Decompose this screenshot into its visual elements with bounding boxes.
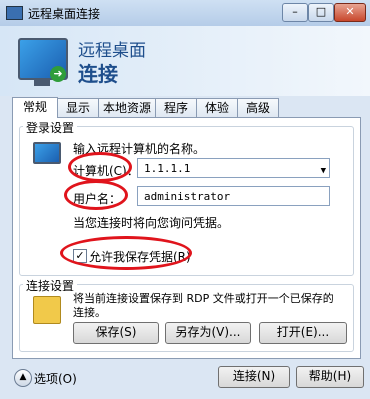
tab-local-resources[interactable]: 本地资源 [98,98,156,117]
tab-general[interactable]: 常规 [12,97,58,118]
help-button[interactable]: 帮助(H) [296,366,364,388]
credentials-note: 当您连接时将向您询问凭据。 [73,216,230,230]
connection-settings-title: 连接设置 [23,277,78,294]
computer-combobox[interactable]: 1.1.1.1 ▼ [137,158,330,178]
options-link[interactable]: 选项(O) [34,370,77,387]
connection-description: 将当前连接设置保存到 RDP 文件或打开一个已保存的连接。 [73,292,334,319]
login-settings-title: 登录设置 [23,119,78,136]
folder-icon [33,296,61,324]
maximize-button[interactable]: □ [308,3,334,22]
general-tab-panel: 登录设置 输入远程计算机的名称。 计算机(C)： 1.1.1.1 ▼ 用户名： … [12,117,361,359]
annotation-circle-computer [68,152,132,182]
header-banner: ➜ 远程桌面 连接 [0,26,370,96]
computer-value: 1.1.1.1 [144,162,191,175]
header-title-line2: 连接 [78,62,118,86]
tab-experience[interactable]: 体验 [196,98,238,117]
save-as-button[interactable]: 另存为(V)... [165,322,251,344]
connect-button[interactable]: 连接(N) [218,366,290,388]
monitor-stand-icon [34,80,50,86]
computer-icon [33,142,61,164]
connect-arrow-icon: ➜ [50,66,66,82]
save-button[interactable]: 保存(S) [73,322,159,344]
tab-display[interactable]: 显示 [57,98,99,117]
window-title: 远程桌面连接 [28,7,101,21]
minimize-button[interactable]: – [282,3,308,22]
annotation-circle-username [64,180,128,210]
tab-programs[interactable]: 程序 [155,98,197,117]
close-button[interactable]: ✕ [334,3,366,22]
username-field[interactable]: administrator [137,186,330,206]
annotation-circle-save-credentials [60,236,192,270]
chevron-down-icon[interactable]: ▼ [321,161,326,181]
options-expand-icon[interactable]: ▲ [14,369,32,387]
remote-desktop-app-icon [6,6,23,20]
title-bar: 远程桌面连接 – □ ✕ [0,0,370,27]
tab-advanced[interactable]: 高级 [237,98,279,117]
open-button[interactable]: 打开(E)... [259,322,347,344]
